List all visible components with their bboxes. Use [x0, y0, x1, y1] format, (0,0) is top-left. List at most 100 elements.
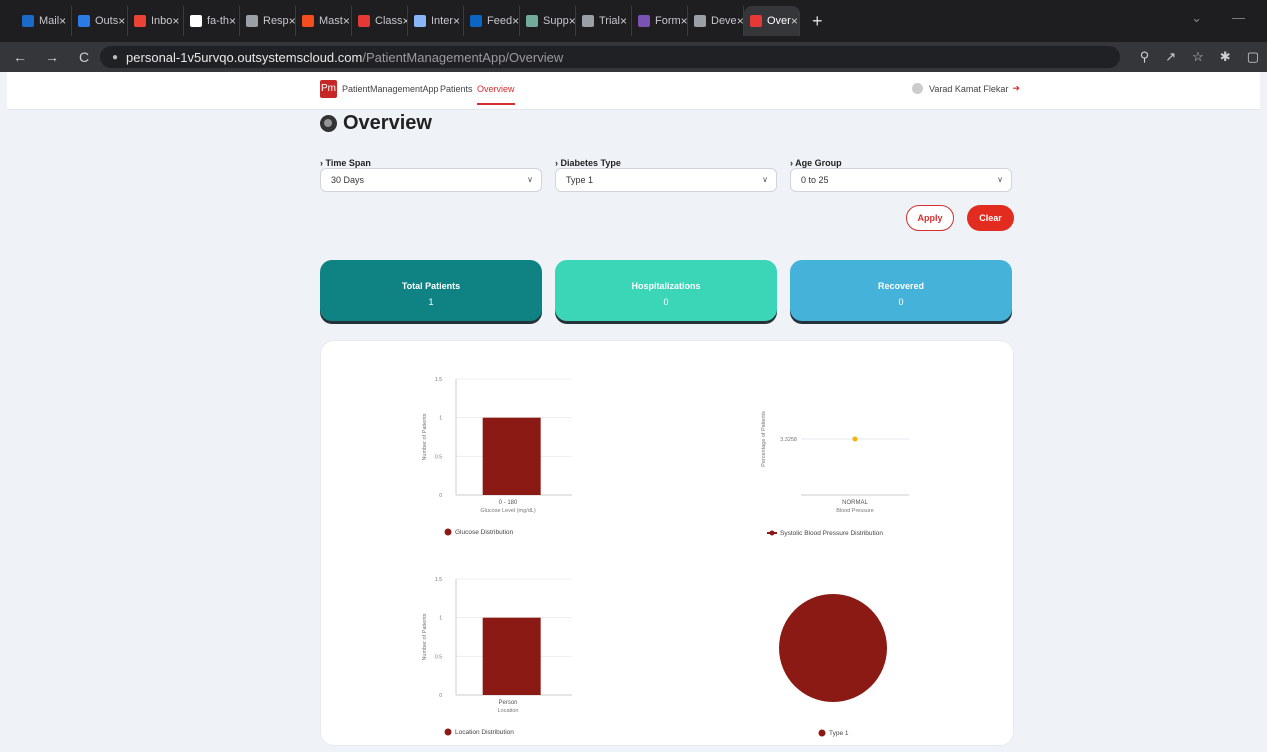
tab-label: Over [767, 15, 791, 27]
time-span-label-text: Time Span [325, 158, 371, 168]
address-toolbar: ← → C ● personal-1v5urvqo.outsystemsclou… [0, 42, 1267, 72]
tab-label: Form [655, 15, 681, 27]
browser-tab[interactable]: Over × [744, 6, 800, 36]
legend-marker [818, 729, 826, 737]
app-logo[interactable]: Pm [320, 80, 337, 98]
kpi-label: Total Patients [401, 281, 461, 291]
y-tick-label: 1 [439, 416, 442, 422]
legend-label: Type 1 [829, 730, 849, 737]
user-menu[interactable]: Varad Kamat Flekar ➜ [912, 83, 1020, 94]
tab-label: Trial [599, 15, 620, 27]
tab-favicon-icon [470, 15, 482, 27]
browser-tab[interactable]: Supp × [520, 6, 576, 36]
nav-overview[interactable]: Overview [477, 84, 515, 105]
window-controls: ⌄ — [1191, 10, 1245, 26]
tab-favicon-icon [526, 15, 538, 27]
charts-canvas: 1.5 1 0.5 0 0 - 180 Glucose Level (mg/dL) Numb… [422, 377, 909, 737]
top-navigation: Pm PatientManagementApp Patients Overvie… [7, 72, 1260, 110]
chevron-down-icon: ∨ [527, 175, 533, 184]
legend-marker-dot [769, 530, 775, 536]
kpi-label: Hospitalizations [631, 281, 701, 291]
tab-close-icon[interactable]: × [118, 14, 125, 28]
tab-close-icon[interactable]: × [59, 14, 66, 28]
x-tick-label: 0 - 180 [499, 500, 518, 506]
browser-tab[interactable]: fa-th × [184, 6, 240, 36]
extensions-icon[interactable]: ✱ [1220, 49, 1231, 65]
browser-tab[interactable]: Inbo × [128, 6, 184, 36]
tab-close-icon[interactable]: × [791, 14, 798, 28]
tab-close-icon[interactable]: × [453, 14, 460, 28]
chevron-down-icon: ∨ [762, 175, 768, 184]
apply-button[interactable]: Apply [906, 205, 954, 231]
browser-tab[interactable]: Form × [632, 6, 688, 36]
x-axis-label: Glucose Level (mg/dL) [480, 508, 535, 514]
time-span-select[interactable]: 30 Days ∨ [320, 168, 542, 192]
tab-label: Class [375, 15, 403, 27]
tab-close-icon[interactable]: × [681, 14, 687, 28]
globe-icon [320, 115, 337, 132]
data-point [852, 436, 858, 442]
user-name: Varad Kamat Flekar [929, 83, 1009, 94]
share-icon[interactable]: ↗ [1165, 49, 1176, 65]
diabetes-type-value: Type 1 [566, 175, 594, 185]
browser-tab[interactable]: Mail × [16, 6, 72, 36]
y-axis-label: Percentage of Patients [761, 411, 767, 467]
tab-favicon-icon [190, 15, 202, 27]
app-viewport: Pm PatientManagementApp Patients Overvie… [7, 72, 1260, 746]
y-tick-label: 1 [439, 616, 442, 622]
tab-close-icon[interactable]: × [620, 14, 627, 28]
browser-tab[interactable]: Trial × [576, 6, 632, 36]
page-title-text: Overview [343, 112, 432, 134]
chevron-down-icon: ∨ [997, 175, 1003, 184]
browser-tab[interactable]: Outs × [72, 6, 128, 36]
avatar [912, 83, 923, 94]
age-group-select[interactable]: 0 to 25 ∨ [790, 168, 1012, 192]
zoom-icon[interactable]: ⚲ [1140, 49, 1150, 65]
tab-label: Feed [487, 15, 513, 27]
side-panel-icon[interactable]: ▢ [1247, 49, 1259, 65]
diabetes-type-label: › Diabetes Type [555, 158, 621, 168]
nav-patients[interactable]: Patients [440, 84, 473, 94]
chevron-down-icon[interactable]: ⌄ [1191, 10, 1202, 26]
tab-close-icon[interactable]: × [229, 14, 236, 28]
tab-favicon-icon [246, 15, 258, 27]
tab-close-icon[interactable]: × [569, 14, 575, 28]
tab-close-icon[interactable]: × [737, 14, 743, 28]
tab-close-icon[interactable]: × [289, 14, 295, 28]
tab-close-icon[interactable]: × [512, 14, 519, 28]
browser-tab[interactable]: Mast × [296, 6, 352, 36]
nav-app-name[interactable]: PatientManagementApp [342, 84, 439, 94]
tab-label: Resp [263, 15, 289, 27]
tab-label: Inbo [151, 15, 173, 27]
clear-button[interactable]: Clear [967, 205, 1014, 231]
browser-tab[interactable]: Resp × [240, 6, 296, 36]
kpi-recovered: Recovered 0 [790, 260, 1012, 321]
tab-favicon-icon [78, 15, 90, 27]
browser-tab[interactable]: Deve × [688, 6, 744, 36]
tab-favicon-icon [358, 15, 370, 27]
tab-favicon-icon [302, 15, 314, 27]
reload-icon[interactable]: C [72, 49, 96, 65]
tab-favicon-icon [22, 15, 34, 27]
legend-marker [444, 728, 452, 736]
logout-icon[interactable]: ➜ [1012, 83, 1020, 94]
new-tab-icon[interactable]: + [812, 11, 823, 32]
minimize-icon[interactable]: — [1232, 10, 1245, 26]
tab-favicon-icon [582, 15, 594, 27]
y-tick-label: 1.5 [435, 377, 442, 383]
tab-close-icon[interactable]: × [343, 14, 350, 28]
browser-tab[interactable]: Feed × [464, 6, 520, 36]
browser-tab[interactable]: Inter × [408, 6, 464, 36]
time-span-label: › Time Span [320, 158, 371, 168]
tab-favicon-icon [638, 15, 650, 27]
kpi-value: 0 [663, 297, 669, 307]
y-tick-label: 0.5 [435, 454, 442, 460]
tab-close-icon[interactable]: × [172, 14, 179, 28]
back-arrow-icon[interactable]: ← [8, 49, 32, 65]
y-axis-label: Number of Patients [422, 613, 428, 660]
address-bar[interactable]: ● personal-1v5urvqo.outsystemscloud.com /… [100, 46, 1120, 68]
browser-tab[interactable]: Class× [352, 6, 408, 36]
bookmark-star-icon[interactable]: ☆ [1192, 49, 1204, 65]
forward-arrow-icon[interactable]: → [40, 49, 64, 65]
diabetes-type-select[interactable]: Type 1 ∨ [555, 168, 777, 192]
